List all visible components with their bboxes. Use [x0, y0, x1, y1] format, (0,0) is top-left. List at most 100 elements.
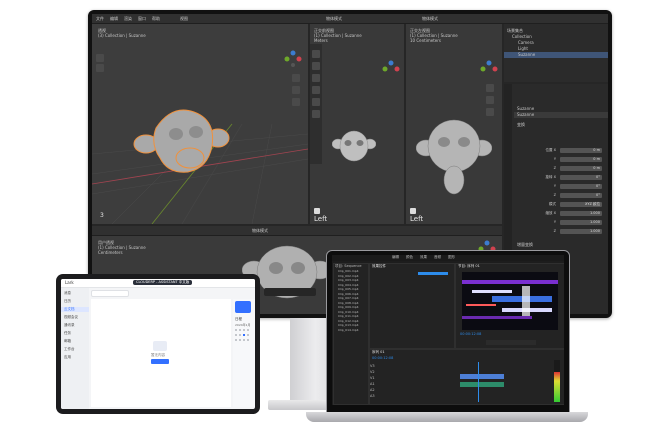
object-mode-dropdown[interactable]: 物体模式: [326, 16, 342, 21]
project-panel: 项目: Sequence Clip_001.mp4 Clip_002.mp4 Cli…: [333, 263, 369, 405]
track-a3[interactable]: A3: [370, 394, 394, 400]
lark-main-content: 暂无内容 新建: [91, 299, 231, 407]
scale-tool-icon[interactable]: [312, 74, 320, 82]
sidebar-item[interactable]: 云文档: [61, 307, 89, 312]
object-mode-dropdown-right[interactable]: 物体模式: [422, 16, 438, 21]
playhead[interactable]: [478, 362, 479, 402]
pan-icon[interactable]: [292, 86, 300, 94]
timeline-title[interactable]: 序列 01: [372, 350, 385, 355]
empty-new-button-label: 新建: [154, 371, 161, 375]
transform-field-value[interactable]: 0°: [560, 175, 602, 180]
viewport-bottom-header: 物体模式: [92, 226, 502, 236]
transform-field-value[interactable]: 0 m: [560, 157, 602, 162]
transform-field-label: Y: [553, 220, 556, 224]
transform-field-label: 模式: [549, 202, 556, 206]
empty-state-icon: [153, 341, 167, 351]
pan-icon[interactable]: [486, 96, 494, 104]
outliner-panel: 场景集合 Collection Camera Light Suzanne: [504, 24, 608, 82]
project-file-list: Clip_001.mp4 Clip_002.mp4 Clip_003.mp4 Clip…: [334, 269, 368, 332]
cursor-tool-icon[interactable]: [96, 64, 104, 72]
camera-view-icon[interactable]: [486, 108, 494, 116]
menu-help[interactable]: 帮助: [152, 16, 160, 21]
transform-field-value[interactable]: 0°: [560, 193, 602, 198]
annotate-tool-icon[interactable]: [312, 98, 320, 106]
transform-field-label: 位置 X: [545, 148, 556, 152]
track-headers: V3 V2 V1 A1 A2 A3: [370, 364, 394, 402]
sidebar-item[interactable]: 任务: [61, 331, 89, 336]
sidebar-item[interactable]: 通讯录: [61, 323, 89, 328]
navigation-gizmo-icon[interactable]: [284, 50, 302, 68]
transform-field-row: Y 1.000: [516, 220, 604, 226]
viewport-units: Meters: [314, 38, 328, 43]
navigation-gizmo-icon[interactable]: [382, 60, 400, 78]
sidebar-item[interactable]: 工作台: [61, 347, 89, 352]
tab-audio[interactable]: 音频: [434, 255, 441, 260]
lark-window: Lark CLOUDERP - ASSISTANT 中文版 消息 日历 云文档 视频会…: [61, 279, 255, 409]
transform-field-value[interactable]: XYZ 欧拉: [560, 202, 602, 207]
transform-tool-icon[interactable]: [312, 86, 320, 94]
sidebar-item[interactable]: 视频会议: [61, 315, 89, 320]
rotate-tool-icon[interactable]: [312, 62, 320, 70]
tab-effects[interactable]: 效果: [420, 255, 427, 260]
menu-render[interactable]: 渲染: [124, 16, 132, 21]
section-delta-transform[interactable]: 增量变换: [514, 242, 533, 248]
project-file-item[interactable]: Clip_014.mp4: [334, 328, 368, 333]
calendar-widget-icon[interactable]: [235, 301, 251, 313]
menu-window[interactable]: 窗口: [138, 16, 146, 21]
viewport-side[interactable]: 正交左视图 (1) Collection | Suzanne 10 Centim…: [406, 24, 502, 224]
transform-field-row: Z 0°: [516, 193, 604, 199]
camera-view-icon[interactable]: [292, 98, 300, 106]
sidebar-item[interactable]: 邮箱: [61, 339, 89, 344]
transform-field-value[interactable]: 1.000: [560, 229, 602, 234]
menu-edit[interactable]: 编辑: [110, 16, 118, 21]
select-tool-icon[interactable]: [96, 54, 104, 62]
sidebar-item[interactable]: 消息: [61, 291, 89, 296]
measure-tool-icon[interactable]: [312, 110, 320, 118]
empty-new-button[interactable]: 新建: [151, 359, 169, 375]
viewport-perspective[interactable]: 透视 (3) Collection | Suzanne 3: [92, 24, 308, 224]
tab-color[interactable]: 颜色: [406, 255, 413, 260]
sidebar-item[interactable]: 应用: [61, 355, 89, 360]
calendar-month: 2024年1月: [235, 323, 251, 327]
view-axis-label: Left: [410, 215, 424, 223]
section-transform[interactable]: 变换: [514, 122, 608, 128]
menu-file[interactable]: 文件: [96, 16, 104, 21]
tab-graphics[interactable]: 图形: [448, 255, 455, 260]
sidebar-item[interactable]: 日历: [61, 299, 89, 304]
outliner-item-suzanne[interactable]: Suzanne: [504, 52, 608, 58]
transform-field-value[interactable]: 1.000: [560, 220, 602, 225]
transform-field-value[interactable]: 0°: [560, 184, 602, 189]
effect-controls-tab[interactable]: 效果控件: [370, 264, 454, 269]
transform-field-value[interactable]: 1.000: [560, 211, 602, 216]
viewport-front[interactable]: 正交前视图 (1) Collection | Suzanne Meters Le…: [310, 24, 404, 224]
program-tab[interactable]: 节目: 序列 01: [456, 264, 564, 269]
lark-sidebar: 消息日历云文档视频会议通讯录任务邮箱工作台应用: [61, 288, 89, 409]
transform-field-row: Z 0 m: [516, 166, 604, 172]
transform-field-row: 模式 XYZ 欧拉: [516, 202, 604, 208]
top-banner[interactable]: CLOUDERP - ASSISTANT 中文版: [133, 280, 193, 285]
move-tool-icon[interactable]: [312, 50, 320, 58]
audio-clip[interactable]: [460, 382, 504, 387]
zoom-icon[interactable]: [486, 84, 494, 92]
transport-controls[interactable]: [486, 340, 536, 345]
empty-title: 暂无内容: [151, 353, 165, 357]
timeline-panel: 序列 01 00:00:12:08 V3 V2 V1 A1 A2 A3: [369, 349, 564, 405]
playback-controls[interactable]: [264, 288, 316, 296]
video-clip[interactable]: [460, 374, 504, 379]
search-input[interactable]: 搜索: [91, 290, 129, 307]
transform-field-row: 位置 X 0 m: [516, 148, 604, 154]
object-mode-dropdown[interactable]: 物体模式: [252, 228, 268, 233]
zoom-icon[interactable]: [292, 74, 300, 82]
transform-field-label: Z: [553, 229, 556, 233]
object-name-field[interactable]: Suzanne: [514, 112, 608, 118]
effect-keyframe-bar[interactable]: [418, 272, 448, 275]
transform-field-row: 缩放 X 1.000: [516, 211, 604, 217]
navigation-gizmo-icon[interactable]: [480, 60, 498, 78]
transform-field-value[interactable]: 0 m: [560, 148, 602, 153]
transform-field-value[interactable]: 0 m: [560, 166, 602, 171]
premiere-window: 编辑 颜色 效果 音频 图形 项目: Sequence Clip_001.mp4…: [332, 255, 564, 405]
view-menu[interactable]: 视图: [180, 16, 188, 21]
transform-field-label: Y: [553, 157, 556, 161]
tab-edit[interactable]: 编辑: [392, 255, 399, 260]
calendar-grid[interactable]: [235, 329, 253, 349]
